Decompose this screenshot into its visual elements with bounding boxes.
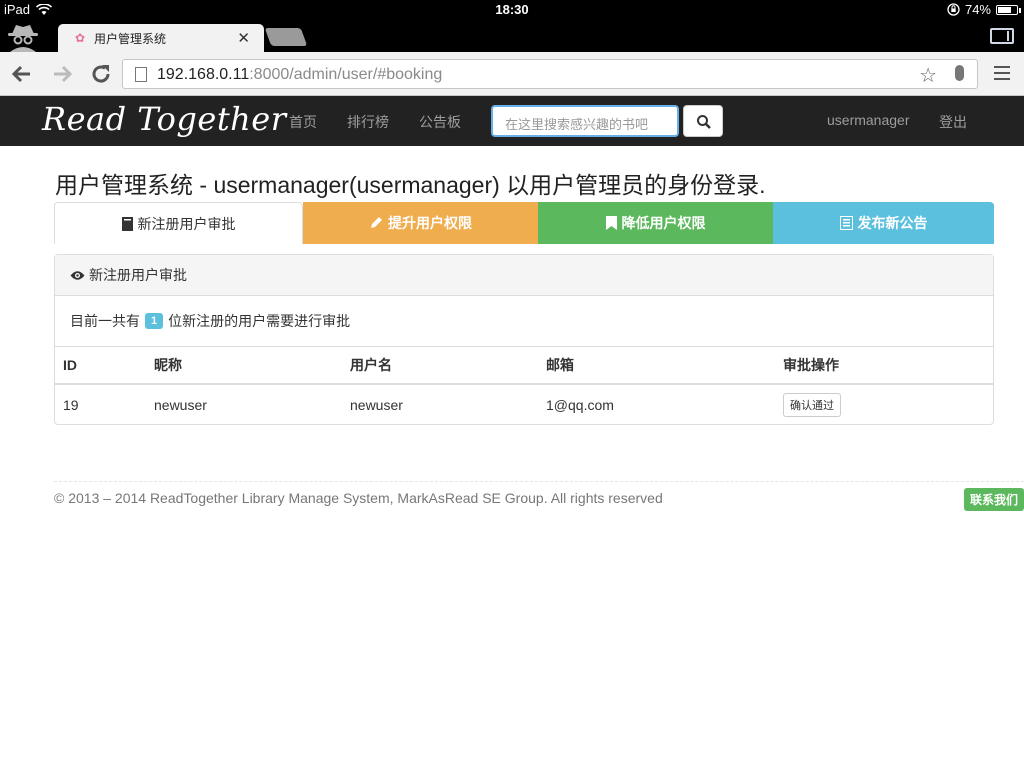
url-path: :8000/admin/user/#booking [249,66,443,83]
approval-panel: 新注册用户审批 目前一共有 1 位新注册的用户需要进行审批 ID 昵称 用户名 … [54,254,994,425]
battery-fill [998,6,1012,13]
rabbit-favicon-icon: ✿ [74,31,86,45]
pending-users-table: ID 昵称 用户名 邮箱 审批操作 19 newuser newuser 1@q… [55,347,993,424]
pencil-icon [371,217,382,228]
cell-action: 确认通过 [775,384,993,424]
status-bar: iPad 18:30 74% [0,0,1024,20]
tab-title: 用户管理系统 [94,31,167,46]
tab-new-user-approval[interactable]: 新注册用户审批 [54,202,303,244]
close-tab-icon[interactable]: ✕ [237,29,250,47]
tab-publish-announcement[interactable]: 发布新公告 [773,202,994,244]
admin-tabs: 新注册用户审批 提升用户权限 降低用户权限 发布新公告 [54,202,994,244]
list-icon [839,216,853,230]
approve-button[interactable]: 确认通过 [783,392,841,417]
search-icon [697,115,711,129]
back-arrow-icon[interactable] [10,62,34,86]
footer-copyright: © 2013 – 2014 ReadTogether Library Manag… [54,490,663,506]
tab-raise-permission[interactable]: 提升用户权限 [303,202,538,244]
nav-logout[interactable]: 登出 [939,112,967,132]
incognito-icon [8,25,38,52]
battery-icon [996,4,1021,15]
pending-summary: 目前一共有 1 位新注册的用户需要进行审批 [55,296,993,347]
book-search-input[interactable]: 在这里搜索感兴趣的书吧 [491,105,679,137]
column-header-email: 邮箱 [538,347,775,385]
url-host: 192.168.0.11 [157,66,250,83]
pending-count-badge: 1 [145,313,164,329]
column-header-username: 用户名 [342,347,538,385]
tab-label: 发布新公告 [857,215,928,231]
page-title: 用户管理系统 - usermanager(usermanager) 以用户管理员… [55,172,766,198]
browser-toolbar: 192.168.0.11:8000/admin/user/#booking ☆ [0,52,1024,96]
status-right: 74% [947,2,1021,17]
rotation-lock-icon [947,3,960,16]
nav-username[interactable]: usermanager [827,112,910,128]
footer-divider [54,481,1024,482]
tab-label: 降低用户权限 [621,215,706,231]
cell-id: 19 [63,396,79,413]
tab-label: 提升用户权限 [388,215,472,231]
browser-tab[interactable]: ✿ 用户管理系统 ✕ [58,24,264,52]
column-header-nickname: 昵称 [146,347,342,385]
nav-ranking[interactable]: 排行榜 [347,112,389,132]
bookmark-star-icon[interactable]: ☆ [919,63,937,88]
nav-bulletin-board[interactable]: 公告板 [419,112,461,132]
search-button[interactable] [683,105,723,137]
menu-icon[interactable] [994,66,1010,80]
new-tab-button[interactable] [264,28,308,46]
forward-arrow-icon[interactable] [50,62,74,86]
cell-email: 1@qq.com [546,396,614,413]
bookmark-icon [605,216,617,230]
contact-us-button[interactable]: 联系我们 [964,488,1024,511]
site-logo[interactable]: Read Together [42,100,287,138]
summary-prefix: 目前一共有 [70,313,140,329]
eye-icon [70,270,85,280]
column-header-action: 审批操作 [775,347,993,385]
page-icon [135,67,147,82]
address-bar[interactable]: 192.168.0.11:8000/admin/user/#booking ☆ [122,59,978,89]
tab-switcher-icon[interactable] [990,28,1014,44]
table-row: 19 newuser newuser 1@qq.com 确认通过 [55,384,993,424]
tab-strip: ✿ 用户管理系统 ✕ [0,20,1024,52]
nav-home[interactable]: 首页 [289,112,317,132]
tab-label: 新注册用户审批 [137,215,236,232]
microphone-icon[interactable] [955,65,964,81]
cell-nickname: newuser [154,396,207,413]
summary-suffix: 位新注册的用户需要进行审批 [168,313,351,329]
panel-title: 新注册用户审批 [89,267,187,283]
panel-heading: 新注册用户审批 [55,255,993,296]
battery-percent: 74% [964,2,991,17]
site-navbar: Read Together 首页 排行榜 公告板 在这里搜索感兴趣的书吧 use… [0,96,1024,146]
table-header-row: ID 昵称 用户名 邮箱 审批操作 [55,347,993,385]
tab-lower-permission[interactable]: 降低用户权限 [538,202,773,244]
column-header-id: ID [55,347,146,385]
status-time: 18:30 [495,2,529,17]
cell-username: newuser [350,396,403,413]
book-icon [121,216,133,231]
url-text[interactable]: 192.168.0.11:8000/admin/user/#booking [157,66,442,84]
reload-icon[interactable] [89,62,113,86]
